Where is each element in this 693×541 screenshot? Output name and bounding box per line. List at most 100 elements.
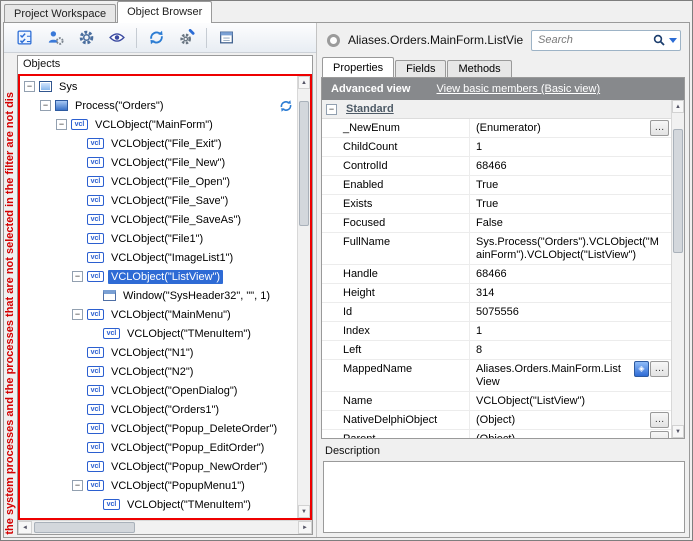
tree-node[interactable]: − vcl VCLObject("Orders1") — [20, 400, 297, 419]
ellipsis-button[interactable]: … — [650, 120, 669, 136]
scroll-down-arrow-icon[interactable]: ▼ — [298, 505, 310, 518]
property-row[interactable]: Id 5075556 — [322, 303, 671, 322]
tree-node[interactable]: − vcl VCLObject("File_New") — [20, 153, 297, 172]
tree-node[interactable]: − vcl VCLObject("TMenuItem") — [20, 324, 297, 343]
node-label[interactable]: VCLObject("File_New") — [108, 156, 228, 170]
tree-node[interactable]: − vcl VCLObject("TMenuItem") — [20, 495, 297, 514]
property-row[interactable]: Focused False — [322, 214, 671, 233]
tree-node[interactable]: − vcl VCLObject("N1") — [20, 343, 297, 362]
property-row[interactable]: Name VCLObject("ListView") — [322, 392, 671, 411]
expander-icon[interactable]: − — [72, 309, 83, 320]
tree-vertical-scrollbar[interactable]: ▲ ▼ — [297, 76, 310, 518]
tools-button[interactable] — [175, 26, 199, 50]
property-row[interactable]: Parent (Object) … — [322, 430, 671, 438]
tab-project-workspace[interactable]: Project Workspace — [4, 4, 116, 23]
map-button[interactable]: ◈ — [634, 361, 649, 377]
expander-icon[interactable]: − — [24, 81, 35, 92]
node-label[interactable]: Sys — [56, 80, 80, 94]
node-label[interactable]: VCLObject("ListView") — [108, 270, 223, 284]
node-label[interactable]: VCLObject("File_Exit") — [108, 137, 225, 151]
node-label[interactable]: VCLObject("OpenDialog") — [108, 384, 240, 398]
tree-hscroll-track[interactable] — [32, 521, 298, 534]
tab-object-browser[interactable]: Object Browser — [117, 1, 212, 23]
scroll-up-arrow-icon[interactable]: ▲ — [298, 76, 310, 89]
node-label[interactable]: VCLObject("File_SaveAs") — [108, 213, 244, 227]
expander-icon[interactable]: − — [72, 271, 83, 282]
tree-node[interactable]: − vcl VCLObject("ListView") — [20, 267, 297, 286]
tree-scroll-track[interactable] — [298, 89, 310, 505]
settings-button[interactable] — [74, 26, 98, 50]
node-label[interactable]: VCLObject("Popup_NewOrder") — [108, 460, 270, 474]
property-row[interactable]: MappedName Aliases.Orders.MainForm.ListV… — [322, 360, 671, 392]
view-button[interactable] — [105, 26, 129, 50]
property-row[interactable]: ControlId 68466 — [322, 157, 671, 176]
tree-node[interactable]: − vcl VCLObject("MainMenu") — [20, 305, 297, 324]
property-row[interactable]: Handle 68466 — [322, 265, 671, 284]
ellipsis-button[interactable]: … — [650, 431, 669, 438]
node-label[interactable]: VCLObject("N1") — [108, 346, 196, 360]
property-row[interactable]: _NewEnum (Enumerator) … — [322, 119, 671, 138]
tree-node[interactable]: − Process("Orders") — [20, 96, 297, 115]
tree-node[interactable]: − vcl VCLObject("File_Exit") — [20, 134, 297, 153]
node-label[interactable]: VCLObject("ImageList1") — [108, 251, 236, 265]
node-label[interactable]: VCLObject("MainForm") — [92, 118, 216, 132]
node-label[interactable]: VCLObject("File1") — [108, 232, 206, 246]
tree-node[interactable]: − vcl VCLObject("File1") — [20, 229, 297, 248]
search-input[interactable]: Search — [531, 30, 681, 51]
properties-vertical-scrollbar[interactable]: ▲ ▼ — [671, 100, 684, 438]
tree-hscroll-thumb[interactable] — [34, 522, 135, 533]
add-process-button[interactable] — [43, 26, 67, 50]
property-row[interactable]: Exists True — [322, 195, 671, 214]
tab-fields[interactable]: Fields — [395, 60, 446, 77]
tab-properties[interactable]: Properties — [322, 57, 394, 77]
panel-button[interactable] — [214, 26, 238, 50]
property-row[interactable]: Enabled True — [322, 176, 671, 195]
node-label[interactable]: VCLObject("Popup_EditOrder") — [108, 441, 267, 455]
node-label[interactable]: Process("Orders") — [72, 99, 167, 113]
node-label[interactable]: VCLObject("File_Open") — [108, 175, 233, 189]
node-label[interactable]: VCLObject("File_Save") — [108, 194, 231, 208]
group-row-standard[interactable]: − Standard — [322, 100, 671, 119]
tree-node[interactable]: − vcl VCLObject("File_Open") — [20, 172, 297, 191]
node-label[interactable]: VCLObject("PopupMenu1") — [108, 479, 248, 493]
scroll-up-arrow-icon[interactable]: ▲ — [672, 100, 684, 113]
tree-node[interactable]: − vcl VCLObject("Popup_DeleteOrder") — [20, 419, 297, 438]
refresh-button[interactable] — [144, 26, 168, 50]
tree-node[interactable]: − vcl VCLObject("ImageList1") — [20, 248, 297, 267]
search-icon[interactable] — [652, 33, 666, 47]
tree-horizontal-scrollbar[interactable]: ◄ ► — [18, 520, 312, 534]
filter-checklist-button[interactable] — [12, 26, 36, 50]
expander-icon[interactable]: − — [72, 480, 83, 491]
group-expander-icon[interactable]: − — [326, 104, 337, 115]
scroll-down-arrow-icon[interactable]: ▼ — [672, 425, 684, 438]
tree-node[interactable]: − vcl VCLObject("Popup_EditOrder") — [20, 438, 297, 457]
tree-node[interactable]: − Sys — [20, 77, 297, 96]
tree-node[interactable]: − vcl VCLObject("File_Save") — [20, 191, 297, 210]
node-label[interactable]: Window("SysHeader32", "", 1) — [120, 289, 273, 303]
tab-methods[interactable]: Methods — [447, 60, 511, 77]
node-label[interactable]: VCLObject("TMenuItem") — [124, 498, 254, 512]
basic-view-link[interactable]: View basic members (Basic view) — [436, 83, 600, 95]
node-label[interactable]: VCLObject("TMenuItem") — [124, 327, 254, 341]
property-row[interactable]: Height 314 — [322, 284, 671, 303]
property-row[interactable]: NativeDelphiObject (Object) … — [322, 411, 671, 430]
property-row[interactable]: Index 1 — [322, 322, 671, 341]
node-label[interactable]: VCLObject("Popup_DeleteOrder") — [108, 422, 280, 436]
ellipsis-button[interactable]: … — [650, 412, 669, 428]
tree-node[interactable]: − vcl VCLObject("MainForm") — [20, 115, 297, 134]
node-label[interactable]: VCLObject("N2") — [108, 365, 196, 379]
ellipsis-button[interactable]: … — [650, 361, 669, 377]
scroll-left-arrow-icon[interactable]: ◄ — [18, 521, 32, 534]
tree-node[interactable]: − vcl VCLObject("PopupMenu1") — [20, 476, 297, 495]
search-dropdown-icon[interactable] — [669, 38, 677, 47]
tree-node[interactable]: − Window("SysHeader32", "", 1) — [20, 286, 297, 305]
expander-icon[interactable]: − — [56, 119, 67, 130]
tree-node[interactable]: − vcl VCLObject("Popup_NewOrder") — [20, 457, 297, 476]
properties-scroll-track[interactable] — [672, 113, 684, 425]
scroll-right-arrow-icon[interactable]: ► — [298, 521, 312, 534]
node-label[interactable]: VCLObject("Orders1") — [108, 403, 222, 417]
properties-scroll-thumb[interactable] — [673, 129, 683, 254]
sync-icon[interactable] — [279, 99, 293, 113]
tree-scroll-thumb[interactable] — [299, 101, 309, 226]
property-row[interactable]: ChildCount 1 — [322, 138, 671, 157]
